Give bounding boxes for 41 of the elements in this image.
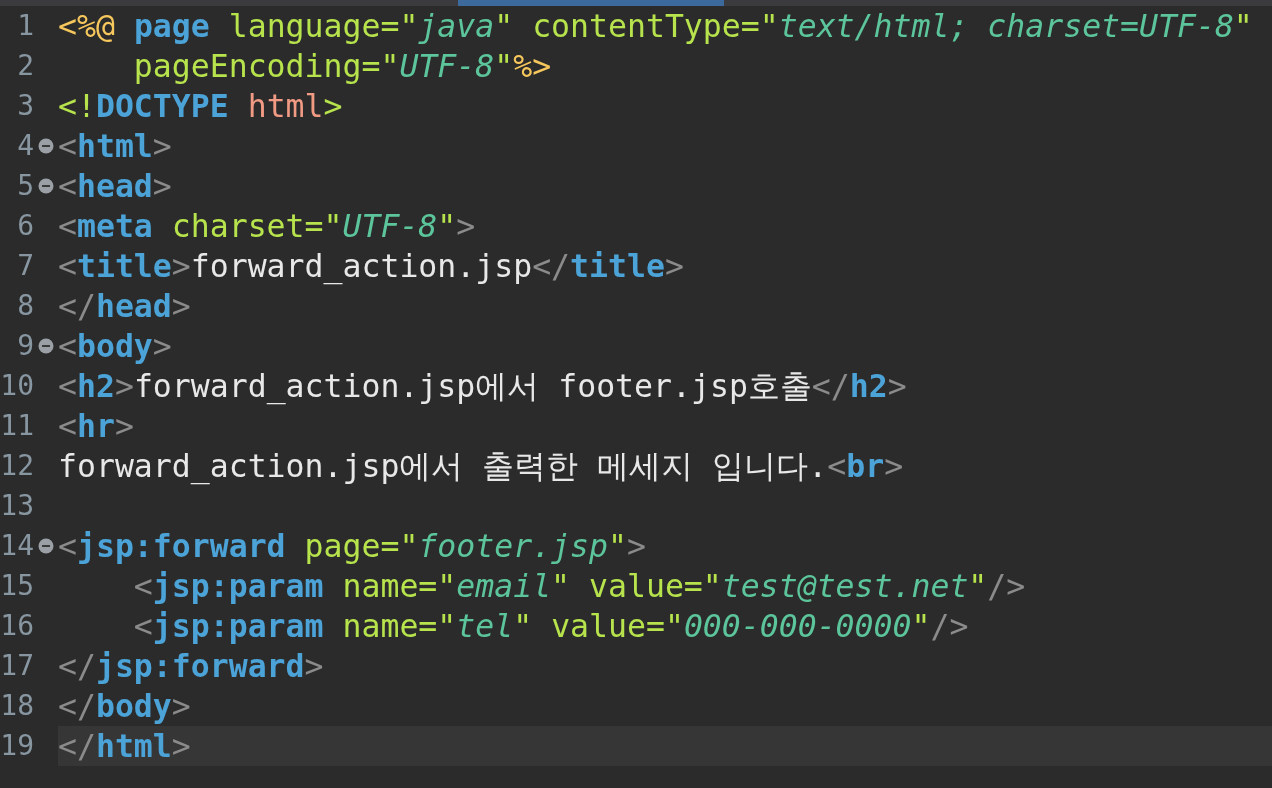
- code-line: pageEncoding="UTF-8"%>: [132, 47, 552, 86]
- code-line: </html>: [58, 727, 191, 766]
- line-number: 18: [0, 688, 34, 724]
- code-line: <title>forward_action.jsp</title>: [58, 247, 684, 286]
- code-line: <head>: [58, 167, 172, 206]
- line-number: 6: [16, 208, 34, 244]
- collapse-icon[interactable]: [38, 178, 54, 194]
- line-number: 1: [16, 8, 34, 44]
- code-line: <h2>forward_action.jsp에서 footer.jsp호출</h2>: [58, 367, 907, 406]
- line-number: 19: [0, 728, 34, 764]
- line-number: 9: [16, 328, 34, 364]
- line-number: 16: [0, 608, 34, 644]
- code-line: <jsp:param name="email" value="test@test.net"/>: [132, 567, 1026, 606]
- code-line: <body>: [58, 327, 172, 366]
- code-line: <jsp:forward page="footer.jsp">: [58, 527, 646, 566]
- line-number: 8: [16, 288, 34, 324]
- line-number: 4: [16, 128, 34, 164]
- line-number: 14: [0, 528, 34, 564]
- line-number: 12: [0, 448, 34, 484]
- code-line: <jsp:param name="tel" value="000-000-0000"/>: [132, 607, 969, 646]
- code-line: <html>: [58, 127, 172, 166]
- code-line: </jsp:forward>: [58, 647, 324, 686]
- line-number: 17: [0, 648, 34, 684]
- line-number: 15: [0, 568, 34, 604]
- line-number: 5: [16, 168, 34, 204]
- code-line: forward_action.jsp에서 출력한 메세지 입니다.<br>: [58, 447, 904, 486]
- collapse-icon[interactable]: [38, 538, 54, 554]
- line-number: 3: [16, 88, 34, 124]
- line-number: 11: [0, 408, 34, 444]
- collapse-icon[interactable]: [38, 138, 54, 154]
- code-line: <hr>: [58, 407, 134, 446]
- line-number: 2: [16, 48, 34, 84]
- line-number: 7: [16, 248, 34, 284]
- line-number: 10: [0, 368, 34, 404]
- code-line: </body>: [58, 687, 191, 726]
- line-number: 13: [0, 488, 34, 524]
- code-line: </head>: [58, 287, 191, 326]
- code-line: <meta charset="UTF-8">: [58, 207, 476, 246]
- collapse-icon[interactable]: [38, 338, 54, 354]
- code-line: <!DOCTYPE html>: [58, 87, 343, 126]
- code-line: <%@ page language="java" contentType="text/html; charset=UTF-8": [58, 7, 1253, 46]
